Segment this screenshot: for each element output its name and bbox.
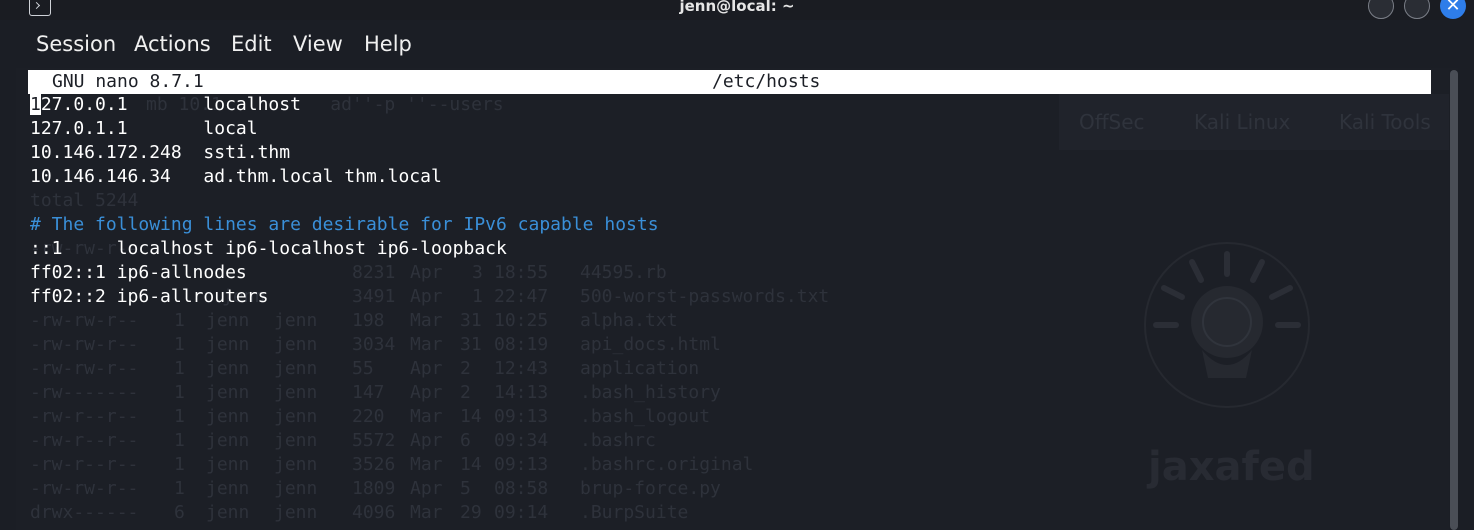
scrollbar[interactable] bbox=[1449, 70, 1459, 530]
hosts-line: 10.146.172.248 ssti.thm bbox=[30, 142, 291, 163]
hosts-line: 127.0.0.1 localhost bbox=[30, 94, 301, 115]
menu-bar: Session Actions Edit View Help bbox=[0, 20, 1474, 68]
terminal-area[interactable]: OffSec Kali Linux Kali Tools jaxafed mb … bbox=[16, 68, 1458, 530]
close-button[interactable]: ✕ bbox=[1440, 0, 1466, 19]
menu-edit[interactable]: Edit bbox=[231, 32, 272, 56]
nano-header: GNU nano 8.7.1 /etc/hosts bbox=[28, 70, 1431, 94]
menu-session[interactable]: Session bbox=[36, 32, 116, 56]
nano-version: GNU nano 8.7.1 bbox=[52, 71, 204, 92]
nano-filename: /etc/hosts bbox=[712, 71, 821, 92]
scrollbar-thumb[interactable] bbox=[1450, 70, 1458, 530]
menu-actions[interactable]: Actions bbox=[134, 32, 211, 56]
menu-help[interactable]: Help bbox=[364, 32, 412, 56]
hosts-comment: # The following lines are desirable for … bbox=[30, 214, 659, 235]
nano-editor[interactable]: GNU nano 8.7.1 /etc/hosts 127.0.0.1 loca… bbox=[16, 68, 1458, 530]
window-titlebar[interactable]: jenn@local: ~ ✕ bbox=[0, 0, 1474, 20]
hosts-line: 10.146.146.34 ad.thm.local thm.local bbox=[30, 166, 442, 187]
minimize-button[interactable] bbox=[1368, 0, 1394, 19]
hosts-line: ff02::2 ip6-allrouters bbox=[30, 286, 269, 307]
hosts-line: ::1 localhost ip6-localhost ip6-loopback bbox=[30, 238, 507, 259]
menu-view[interactable]: View bbox=[293, 32, 343, 56]
maximize-button[interactable] bbox=[1404, 0, 1430, 19]
window-title: jenn@local: ~ bbox=[679, 0, 795, 15]
hosts-line: 127.0.1.1 local bbox=[30, 118, 258, 139]
text-cursor: 1 bbox=[30, 94, 41, 115]
hosts-line: ff02::1 ip6-allnodes bbox=[30, 262, 247, 283]
close-icon: ✕ bbox=[1445, 0, 1461, 16]
